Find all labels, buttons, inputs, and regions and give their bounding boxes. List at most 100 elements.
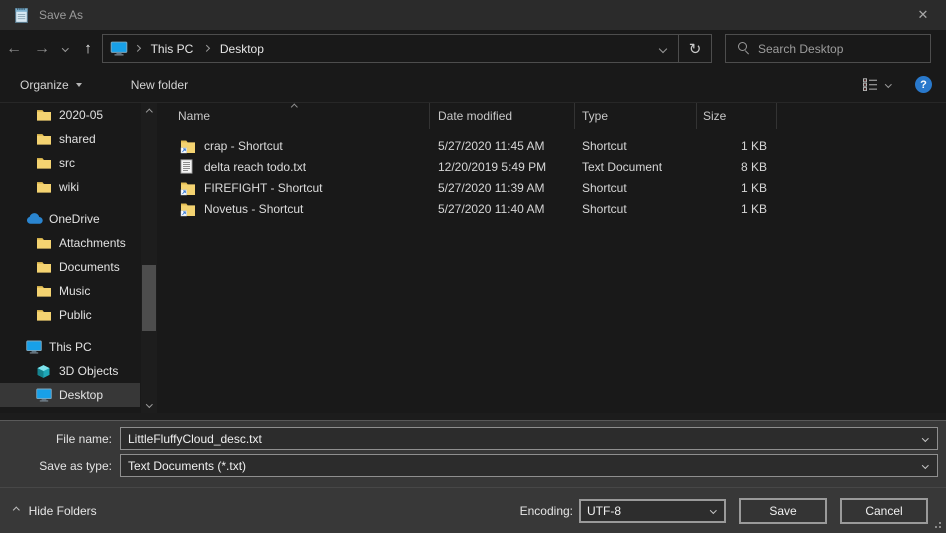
- encoding-select[interactable]: UTF-8: [579, 499, 726, 523]
- sidebar-item-music[interactable]: Music: [0, 279, 140, 303]
- triangle-down-icon: [76, 83, 82, 87]
- chevron-down-icon: [710, 507, 716, 513]
- scroll-down-button[interactable]: [141, 397, 157, 411]
- up-arrow-icon: ↑: [84, 41, 92, 56]
- file-name-combo[interactable]: [120, 427, 938, 450]
- sidebar-item[interactable]: [0, 407, 140, 413]
- recent-locations-button[interactable]: [56, 34, 74, 64]
- folder-icon: [36, 131, 53, 147]
- notepad-icon: [13, 7, 30, 24]
- column-header-date-modified[interactable]: Date modified: [430, 103, 575, 129]
- save-button[interactable]: Save: [739, 498, 827, 524]
- breadcrumb-this-pc[interactable]: This PC: [142, 35, 203, 62]
- cloud-icon: [26, 211, 43, 227]
- sidebar-item-documents[interactable]: Documents: [0, 255, 140, 279]
- sidebar-item-wiki[interactable]: wiki: [0, 175, 140, 199]
- scrollbar-thumb[interactable]: [142, 265, 156, 331]
- save-as-type-select[interactable]: Text Documents (*.txt): [120, 454, 938, 477]
- navigation-pane: 2020-05 shared src wiki OneDrive Attachm…: [0, 103, 163, 413]
- details-view-icon: [862, 78, 878, 91]
- new-folder-button[interactable]: New folder: [131, 78, 188, 92]
- breadcrumb-chevron-icon: [135, 46, 140, 51]
- chevron-up-icon: [146, 109, 152, 115]
- save-as-type-value: Text Documents (*.txt): [121, 459, 246, 473]
- encoding-value: UTF-8: [581, 504, 621, 518]
- column-header-type[interactable]: Type: [575, 103, 697, 129]
- back-arrow-icon: ←: [6, 41, 22, 57]
- back-button[interactable]: ←: [0, 34, 28, 64]
- sidebar-item-public[interactable]: Public: [0, 303, 140, 327]
- monitor-icon: [36, 387, 53, 403]
- folder-icon: [36, 179, 53, 195]
- file-row[interactable]: FIREFIGHT - Shortcut 5/27/2020 11:39 AM …: [163, 177, 946, 198]
- sidebar-item-attachments[interactable]: Attachments: [0, 231, 140, 255]
- folder-icon: [36, 235, 53, 251]
- desktop-location-icon: [110, 41, 129, 57]
- column-headers: Name Date modified Type Size: [163, 103, 946, 129]
- sidebar-item-2020-05[interactable]: 2020-05: [0, 103, 140, 127]
- file-row[interactable]: Novetus - Shortcut 5/27/2020 11:40 AM Sh…: [163, 198, 946, 219]
- folder-icon: [36, 107, 53, 123]
- help-button[interactable]: ?: [915, 76, 932, 93]
- file-row[interactable]: crap - Shortcut 5/27/2020 11:45 AM Short…: [163, 135, 946, 156]
- file-name-label: File name:: [0, 432, 120, 446]
- sidebar-scrollbar[interactable]: [141, 103, 157, 413]
- sidebar-item-onedrive[interactable]: OneDrive: [0, 207, 140, 231]
- chevron-down-icon: [146, 401, 152, 407]
- breadcrumb-desktop[interactable]: Desktop: [211, 35, 273, 62]
- refresh-button[interactable]: ↻: [678, 35, 711, 62]
- sidebar-item-shared[interactable]: shared: [0, 127, 140, 151]
- titlebar[interactable]: Save As ✕: [0, 0, 946, 30]
- partial-icon: [36, 411, 53, 413]
- cube-icon: [36, 363, 53, 379]
- address-bar[interactable]: This PC Desktop ↻: [102, 34, 712, 63]
- encoding-label: Encoding:: [520, 504, 573, 518]
- sidebar-item-desktop[interactable]: Desktop: [0, 383, 140, 407]
- breadcrumb-chevron-icon: [204, 46, 209, 51]
- folder-icon: [36, 155, 53, 171]
- dialog-footer: Hide Folders Encoding: UTF-8 Save Cancel: [0, 487, 946, 533]
- organize-label: Organize: [20, 78, 69, 92]
- chevron-down-icon[interactable]: [922, 462, 928, 468]
- navigation-bar: ← → ↑ This PC Desktop ↻: [0, 30, 946, 67]
- shortcut-icon: [180, 201, 196, 217]
- shortcut-icon: [180, 180, 196, 196]
- folder-icon: [36, 307, 53, 323]
- close-button[interactable]: ✕: [900, 0, 946, 30]
- save-as-type-row: Save as type: Text Documents (*.txt): [0, 454, 946, 477]
- search-icon: [737, 42, 750, 55]
- file-row[interactable]: delta reach todo.txt 12/20/2019 5:49 PM …: [163, 156, 946, 177]
- sidebar-item-this-pc[interactable]: This PC: [0, 335, 140, 359]
- toolbar-right-group: ?: [862, 76, 932, 93]
- chevron-down-icon: [885, 81, 891, 87]
- search-box[interactable]: [725, 34, 931, 63]
- save-as-dialog: Save As ✕ ← → ↑ This PC Desktop ↻: [0, 0, 946, 533]
- file-rows: crap - Shortcut 5/27/2020 11:45 AM Short…: [163, 129, 946, 219]
- organize-button[interactable]: Organize: [20, 78, 82, 92]
- file-list: Name Date modified Type Size crap - Shor…: [163, 103, 946, 413]
- resize-grip[interactable]: [939, 526, 941, 528]
- address-dropdown-button[interactable]: [648, 35, 678, 62]
- cancel-button[interactable]: Cancel: [840, 498, 928, 524]
- command-toolbar: Organize New folder: [0, 67, 946, 103]
- forward-arrow-icon: →: [34, 41, 50, 57]
- file-name-input[interactable]: [121, 428, 937, 449]
- sidebar-item-src[interactable]: src: [0, 151, 140, 175]
- chevron-down-icon: [659, 44, 667, 52]
- panel-gap: [0, 413, 946, 420]
- chevron-down-icon: [62, 45, 68, 51]
- scroll-up-button[interactable]: [141, 105, 157, 119]
- save-as-type-label: Save as type:: [0, 459, 120, 473]
- search-input[interactable]: [758, 42, 922, 56]
- shortcut-icon: [180, 138, 196, 154]
- footer-right-group: Encoding: UTF-8 Save Cancel: [520, 498, 928, 524]
- column-header-size[interactable]: Size: [697, 103, 777, 129]
- up-button[interactable]: ↑: [74, 34, 102, 64]
- forward-button[interactable]: →: [28, 34, 56, 64]
- window-title: Save As: [39, 8, 83, 22]
- folder-icon: [36, 283, 53, 299]
- sidebar-item-3d-objects[interactable]: 3D Objects: [0, 359, 140, 383]
- folder-icon: [36, 259, 53, 275]
- hide-folders-button[interactable]: Hide Folders: [14, 504, 97, 518]
- change-view-button[interactable]: [862, 78, 891, 91]
